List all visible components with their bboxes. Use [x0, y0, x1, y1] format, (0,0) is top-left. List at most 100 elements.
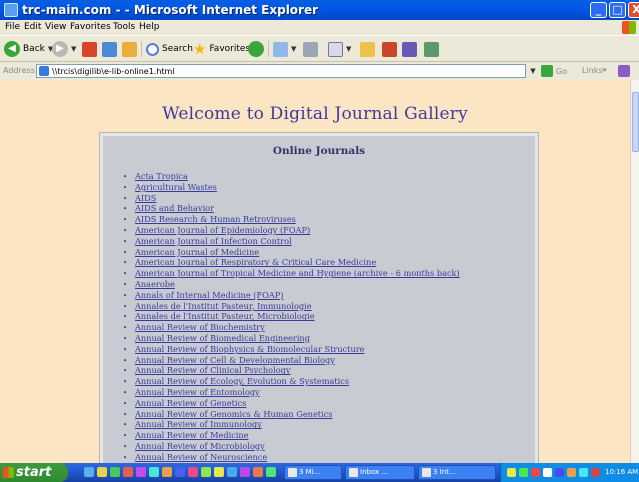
search-button[interactable]: Search [146, 39, 193, 59]
journal-link[interactable]: AIDS and Behavior [135, 203, 214, 213]
maximize-button[interactable]: □ [609, 2, 626, 18]
tray-icon[interactable] [543, 468, 552, 477]
journal-link[interactable]: Anaerobe [135, 279, 175, 289]
stop-button[interactable] [82, 39, 97, 59]
menu-favorites[interactable]: Favorites [70, 22, 111, 32]
journal-link[interactable]: Annual Review of Cell & Developmental Bi… [135, 355, 335, 365]
taskbar-item[interactable]: 3 Int... [418, 465, 496, 480]
journal-link[interactable]: Annual Review of Genetics [135, 398, 246, 408]
journal-link[interactable]: Acta Tropica [135, 171, 188, 181]
tray-icon[interactable] [519, 468, 528, 477]
box-heading: Online Journals [272, 145, 366, 157]
menu-help[interactable]: Help [139, 22, 160, 32]
menu-edit[interactable]: Edit [24, 22, 41, 32]
journal-link[interactable]: Annual Review of Biomedical Engineering [135, 333, 310, 343]
folder-button[interactable] [360, 39, 375, 59]
taskbar-item[interactable]: Inbox ... [345, 465, 415, 480]
quicklaunch-app-icon[interactable] [136, 467, 146, 477]
page-icon [39, 66, 49, 76]
journal-link[interactable]: Annual Review of Neuroscience [135, 452, 267, 462]
journal-link[interactable]: Annals of Internal Medicine (FOAP) [135, 290, 283, 300]
journal-link[interactable]: Annual Review of Immunology [135, 419, 262, 429]
home-button[interactable] [122, 39, 137, 59]
edit-dropdown-icon[interactable]: ▼ [346, 45, 351, 53]
journal-link[interactable]: Annual Review of Genomics & Human Geneti… [135, 409, 333, 419]
favorites-button[interactable]: ★ Favorites [193, 39, 250, 59]
journal-link[interactable]: Annual Review of Microbiology [135, 441, 265, 451]
forward-button[interactable]: ▶ ▼ [52, 39, 76, 59]
journal-link[interactable]: American Journal of Epidemiology (FOAP) [135, 225, 310, 235]
quicklaunch-app-icon[interactable] [123, 467, 133, 477]
tray-icon[interactable] [507, 468, 516, 477]
journal-box: Online Journals • Acta Tropica • Agricultur… [99, 132, 539, 463]
messenger-button[interactable] [382, 39, 397, 59]
quicklaunch-app-icon[interactable] [253, 467, 263, 477]
links-button[interactable]: Links [582, 66, 603, 75]
tray-icon[interactable] [579, 468, 588, 477]
journal-link[interactable]: AIDS [135, 193, 156, 203]
scrollbar-thumb[interactable] [632, 92, 639, 152]
edit-button[interactable]: ▼ [328, 39, 351, 59]
journal-link[interactable]: Annales de l'Institut Pasteur, Immunolog… [135, 301, 312, 311]
refresh-button[interactable] [102, 39, 117, 59]
journal-link[interactable]: Annales de l'Institut Pasteur, Microbiol… [135, 311, 315, 321]
close-button[interactable]: X [628, 2, 639, 18]
journal-link[interactable]: Annual Review of Clinical Psychology [135, 365, 291, 375]
quicklaunch-app-icon[interactable] [227, 467, 237, 477]
journal-list-item: • Annual Review of Medicine [123, 430, 460, 441]
journal-link[interactable]: American Journal of Tropical Medicine an… [135, 268, 460, 278]
history-button[interactable] [248, 39, 264, 59]
start-button[interactable]: start [0, 463, 68, 482]
quicklaunch-app-icon[interactable] [149, 467, 159, 477]
toolbar-extension-icon[interactable] [618, 65, 630, 77]
journal-link[interactable]: Annual Review of Biophysics & Biomolecul… [135, 344, 365, 354]
mail-dropdown-icon[interactable]: ▼ [291, 45, 296, 53]
address-input[interactable]: \\trcis\digilib\e-lib-online1.html [36, 64, 526, 78]
journal-link[interactable]: Agricultural Wastes [135, 182, 217, 192]
quicklaunch-app-icon[interactable] [162, 467, 172, 477]
quicklaunch-ie-icon[interactable] [84, 467, 94, 477]
quicklaunch-app-icon[interactable] [110, 467, 120, 477]
taskbar-item[interactable]: 3 Mi... [284, 465, 342, 480]
menu-view[interactable]: View [45, 22, 66, 32]
bullet-icon: • [123, 183, 128, 192]
bullet-icon: • [123, 237, 128, 246]
menu-file[interactable]: File [5, 22, 20, 32]
research-button[interactable] [402, 39, 417, 59]
home-icon [122, 41, 137, 57]
tray-icon[interactable] [531, 468, 540, 477]
journal-list-item: • Annales de l'Institut Pasteur, Microbio… [123, 311, 460, 322]
journal-list-item: • Anaerobe [123, 279, 460, 290]
quicklaunch-app-icon[interactable] [201, 467, 211, 477]
back-button[interactable]: ◀ Back ▼ [4, 39, 53, 59]
quicklaunch-app-icon[interactable] [240, 467, 250, 477]
journal-link[interactable]: Annual Review of Biochemistry [135, 322, 265, 332]
tray-icon[interactable] [591, 468, 600, 477]
tray-icon[interactable] [555, 468, 564, 477]
quicklaunch-app-icon[interactable] [214, 467, 224, 477]
journal-link[interactable]: Annual Review of Medicine [135, 430, 249, 440]
quicklaunch-app-icon[interactable] [188, 467, 198, 477]
journal-link[interactable]: American Journal of Infection Control [135, 236, 292, 246]
address-dropdown-icon[interactable]: ▼ [527, 64, 539, 78]
minimize-button[interactable]: _ [590, 2, 607, 18]
vertical-scrollbar[interactable] [630, 80, 639, 463]
journal-list-item: • Acta Tropica [123, 171, 460, 182]
menu-tools[interactable]: Tools [113, 22, 135, 32]
journal-link[interactable]: American Journal of Medicine [135, 247, 259, 257]
tools-button[interactable] [424, 39, 439, 59]
links-chevron-icon[interactable]: » [602, 65, 607, 74]
quicklaunch-app-icon[interactable] [175, 467, 185, 477]
journal-link[interactable]: AIDS Research & Human Retroviruses [135, 214, 296, 224]
journal-link[interactable]: Annual Review of Ecology, Evolution & Sy… [135, 376, 349, 386]
journal-link[interactable]: Annual Review of Entomology [135, 387, 260, 397]
quicklaunch-folder-icon[interactable] [97, 467, 107, 477]
quicklaunch-app-icon[interactable] [266, 467, 276, 477]
print-button[interactable] [303, 39, 318, 59]
forward-dropdown-icon[interactable]: ▼ [71, 45, 76, 53]
mail-button[interactable]: ▼ [273, 39, 296, 59]
address-label: Address [3, 66, 35, 75]
journal-link[interactable]: American Journal of Respiratory & Critic… [135, 257, 376, 267]
go-button[interactable]: Go [541, 64, 567, 78]
tray-icon[interactable] [567, 468, 576, 477]
